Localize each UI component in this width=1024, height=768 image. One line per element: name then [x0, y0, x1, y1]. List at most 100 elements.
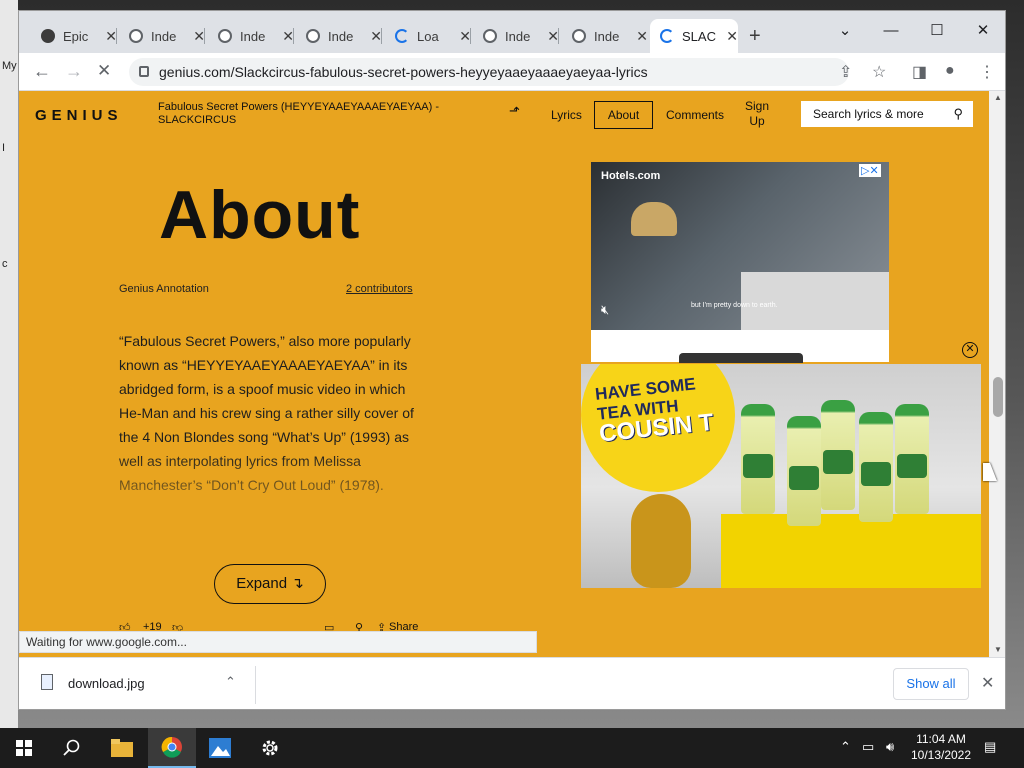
file-explorer-icon[interactable]: [98, 728, 146, 768]
volume-icon[interactable]: 🔊︎: [886, 739, 894, 755]
start-icon[interactable]: [0, 728, 48, 768]
show-all-button[interactable]: Show all: [893, 668, 969, 700]
tab-title: Inde: [505, 28, 531, 44]
search-placeholder: Search lyrics & more: [813, 107, 924, 121]
tab-strip: Epic ✕ Inde ✕ Inde ✕ Inde ✕ Loa ✕ Inde ✕ Inde ✕…: [19, 11, 1005, 53]
about-heading: About: [159, 177, 361, 253]
hotels-video-ad[interactable]: Hotels.com but I'm pretty down to earth.…: [591, 162, 889, 330]
ad-caption: but I'm pretty down to earth.: [691, 302, 778, 309]
browser-tab[interactable]: Inde ✕: [208, 19, 294, 53]
nav-signup[interactable]: Sign Up: [742, 99, 772, 129]
genius-page: GENIUS Fabulous Secret Powers (HEYYEYAAE…: [19, 91, 989, 657]
globe-icon: [483, 29, 497, 43]
url-text: genius.com/Slackcircus-fabulous-secret-p…: [159, 64, 648, 80]
bottle-graphic: [741, 404, 775, 514]
desktop-text-fragment: My: [2, 60, 17, 72]
settings-gear-icon[interactable]: [246, 728, 294, 768]
tea-badge: HAVE SOME TEA WITH COUSIN T: [581, 364, 735, 492]
photos-icon[interactable]: [196, 728, 244, 768]
download-filename[interactable]: download.jpg: [68, 676, 145, 691]
notifications-icon[interactable]: ▤: [984, 739, 996, 755]
browser-tab-active[interactable]: SLAC ✕: [650, 19, 738, 53]
close-tab-icon[interactable]: ✕: [726, 28, 738, 45]
nav-lyrics[interactable]: Lyrics: [551, 108, 582, 122]
scroll-up-icon[interactable]: ⬏: [509, 103, 520, 119]
browser-tab[interactable]: Loa ✕: [385, 19, 471, 53]
minimize-button[interactable]: —: [868, 17, 914, 45]
bookmark-star-icon[interactable]: ☆: [872, 62, 886, 82]
lamp-graphic: [631, 202, 677, 236]
close-window-button[interactable]: ✕: [960, 17, 1005, 45]
ad-cta-button[interactable]: [679, 353, 803, 363]
close-ad-icon[interactable]: ✕: [962, 342, 978, 358]
bottle-graphic: [787, 416, 821, 526]
hotels-brand: Hotels.com: [601, 170, 661, 182]
scroll-up-arrow-icon[interactable]: ▲: [994, 93, 1002, 102]
globe-icon: [129, 29, 143, 43]
network-icon[interactable]: ▭: [862, 739, 874, 755]
taskbar-clock[interactable]: 11:04 AM 10/13/2022: [906, 731, 976, 763]
browser-toolbar: ← → ✕ genius.com/Slackcircus-fabulous-se…: [19, 53, 1005, 91]
side-panel-icon[interactable]: ◨: [912, 62, 927, 82]
close-download-bar-icon[interactable]: ✕: [981, 673, 994, 693]
close-tab-icon[interactable]: ✕: [636, 28, 648, 45]
tab-title: Inde: [151, 28, 177, 44]
browser-window: Epic ✕ Inde ✕ Inde ✕ Inde ✕ Loa ✕ Inde ✕ Inde ✕…: [18, 10, 1006, 710]
song-title: Fabulous Secret Powers (HEYYEYAAEYAAAEYA…: [158, 101, 440, 126]
desktop-window-edge: My I c: [0, 0, 18, 728]
desktop-text-fragment: I: [2, 142, 6, 154]
tab-title: Epic: [63, 28, 89, 44]
contributors-link[interactable]: 2 contributors: [346, 283, 413, 295]
tea-video-ad[interactable]: HAVE SOME TEA WITH COUSIN T: [581, 364, 981, 588]
browser-tab[interactable]: Inde ✕: [562, 19, 648, 53]
browser-tab[interactable]: Inde ✕: [296, 19, 382, 53]
nav-about[interactable]: About: [594, 101, 653, 129]
share-icon[interactable]: ⇪: [839, 62, 852, 82]
globe-icon: [218, 29, 232, 43]
profile-icon[interactable]: ●: [945, 62, 955, 80]
divider: [255, 666, 256, 704]
expand-button[interactable]: Expand ↴: [214, 564, 326, 604]
browser-tab[interactable]: Inde ✕: [473, 19, 559, 53]
new-tab-button[interactable]: +: [749, 25, 761, 48]
tab-search-icon[interactable]: ⌄: [822, 17, 868, 45]
back-icon[interactable]: ←: [33, 61, 51, 82]
page-scrollbar[interactable]: ▲ ▼: [989, 91, 1005, 657]
menu-icon[interactable]: ⋮: [979, 62, 995, 82]
ad-choices-close-icon[interactable]: ▷✕: [859, 164, 881, 177]
chrome-icon[interactable]: [148, 728, 196, 768]
search-icon[interactable]: [48, 728, 96, 768]
bed-graphic: [741, 272, 889, 330]
clock-time: 11:04 AM: [916, 732, 966, 746]
tab-title: Inde: [328, 28, 354, 44]
tray-graphic: [721, 514, 981, 588]
file-icon: [41, 674, 53, 690]
bottle-graphic: [859, 412, 893, 522]
text-fade-overlay: [109, 451, 449, 551]
loading-icon: [660, 29, 674, 43]
scrollbar-thumb[interactable]: [993, 377, 1003, 417]
tab-title: Inde: [594, 28, 620, 44]
maximize-button[interactable]: ☐: [914, 17, 960, 45]
search-input[interactable]: Search lyrics & more ⚲: [801, 101, 973, 127]
nav-comments[interactable]: Comments: [666, 108, 724, 122]
tab-title: Inde: [240, 28, 266, 44]
pineapple-graphic: [631, 494, 691, 588]
browser-tab[interactable]: Epic ✕: [31, 19, 117, 53]
browser-tab[interactable]: Inde ✕: [119, 19, 205, 53]
tab-title: SLAC: [682, 28, 716, 44]
mute-icon[interactable]: 🔇︎: [601, 302, 609, 318]
stop-loading-icon[interactable]: ✕: [97, 61, 111, 81]
pin-icon: [41, 29, 55, 43]
scroll-down-arrow-icon[interactable]: ▼: [994, 645, 1002, 654]
forward-icon[interactable]: →: [65, 61, 83, 82]
search-icon[interactable]: ⚲: [953, 101, 963, 127]
desktop-text-fragment: c: [2, 258, 8, 270]
address-bar[interactable]: genius.com/Slackcircus-fabulous-secret-p…: [129, 58, 849, 86]
bottle-graphic: [895, 404, 929, 514]
genius-logo[interactable]: GENIUS: [35, 107, 123, 124]
lock-icon[interactable]: [139, 66, 149, 77]
annotation-label: Genius Annotation: [119, 283, 209, 295]
chevron-up-icon[interactable]: ⌃: [225, 674, 236, 690]
tray-chevron-up-icon[interactable]: ⌃: [840, 739, 851, 755]
